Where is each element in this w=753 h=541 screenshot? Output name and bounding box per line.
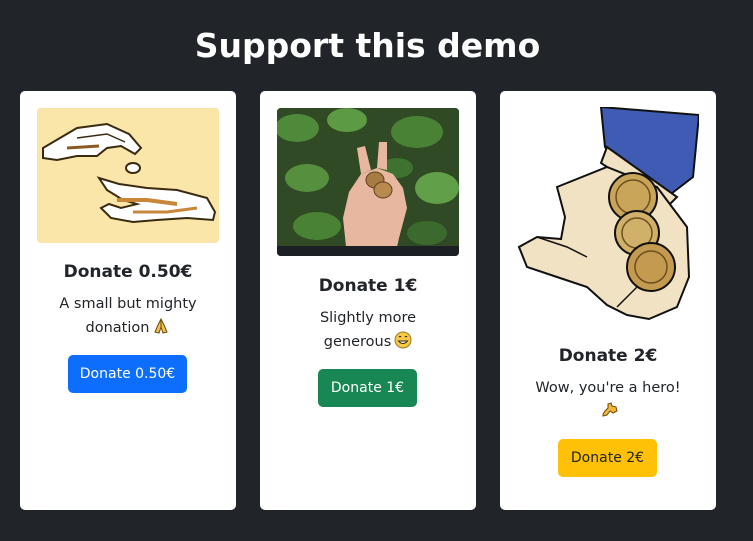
coins-in-palm-image: [277, 108, 459, 256]
donation-page: Support this demo Donate 0.50€ A small b…: [0, 0, 753, 541]
page-title: Support this demo: [194, 26, 541, 65]
card-text-content: A small but mighty donation: [59, 296, 197, 336]
card-text: Slightly more generous: [290, 306, 446, 357]
card-title: Donate 2€: [558, 346, 658, 366]
card-title: Donate 1€: [318, 276, 418, 296]
donation-card-1: Donate 1€ Slightly more generous Donate …: [260, 91, 476, 510]
donate-2-button[interactable]: Donate 2€: [558, 439, 657, 477]
folded-hands-icon: [152, 317, 170, 343]
donate-050-button[interactable]: Donate 0.50€: [68, 355, 187, 393]
donation-card-050: Donate 0.50€ A small but mighty donation…: [20, 91, 236, 510]
coin-hands-image: [37, 108, 219, 243]
donate-1-button[interactable]: Donate 1€: [318, 369, 417, 407]
donation-card-2: Donate 2€ Wow, you're a hero! Donate 2€: [500, 91, 716, 510]
hand-with-coins-image: [517, 107, 699, 329]
card-text-content: Wow, you're a hero!: [535, 380, 681, 396]
card-title: Donate 0.50€: [63, 262, 193, 282]
flexed-biceps-icon: [601, 401, 619, 427]
card-text: A small but mighty donation: [50, 292, 206, 343]
grinning-face-icon: [394, 331, 412, 357]
card-text: Wow, you're a hero!: [530, 376, 686, 427]
